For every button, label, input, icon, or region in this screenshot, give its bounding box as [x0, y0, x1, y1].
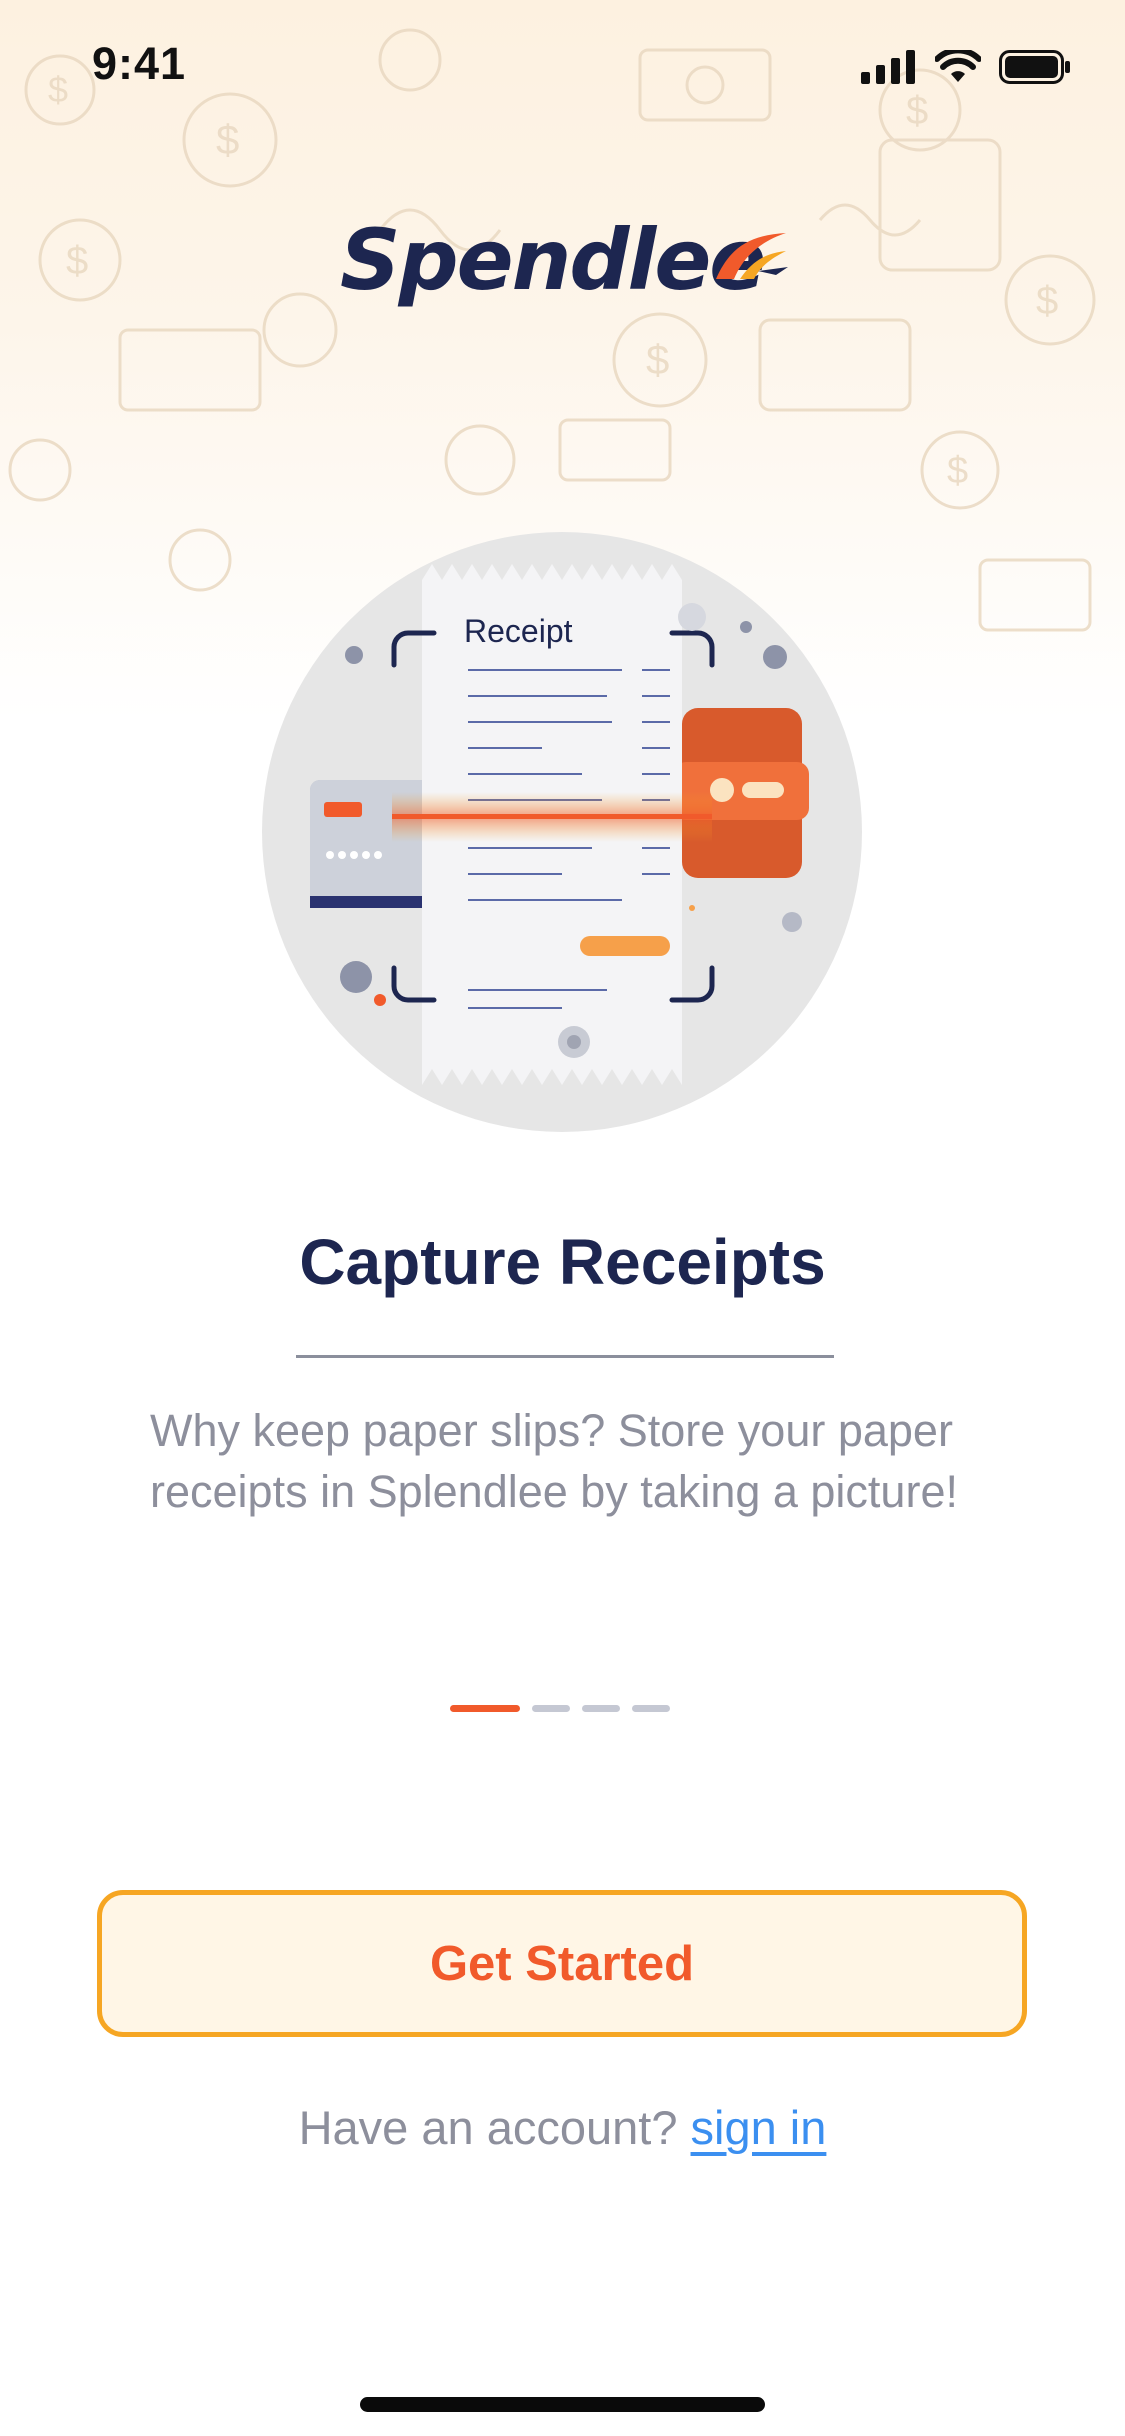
app-logo: Spendlee — [340, 205, 800, 315]
status-bar: 9:41 — [0, 0, 1125, 132]
onboarding-title: Capture Receipts — [299, 1226, 826, 1298]
page-dot-1[interactable] — [450, 1705, 520, 1712]
svg-text:$: $ — [947, 450, 968, 492]
page-dot-3[interactable] — [582, 1705, 620, 1712]
signin-prompt: Have an account? sign in — [0, 2100, 1125, 2155]
status-time: 9:41 — [92, 38, 187, 89]
page-dot-2[interactable] — [532, 1705, 570, 1712]
cellular-signal-icon — [861, 50, 915, 84]
get-started-button[interactable]: Get Started — [97, 1890, 1027, 2037]
wifi-icon — [935, 50, 981, 82]
svg-text:$: $ — [1036, 279, 1058, 323]
status-icons — [861, 50, 1071, 84]
page-indicator — [450, 1705, 670, 1712]
onboarding-description: Why keep paper slips? Store your paper r… — [150, 1405, 958, 1517]
svg-text:$: $ — [66, 239, 88, 283]
home-indicator[interactable] — [360, 2397, 765, 2412]
account-prompt-text: Have an account? — [298, 2101, 678, 2154]
sign-in-link[interactable]: sign in — [691, 2101, 827, 2154]
receipt-heading: Receipt — [464, 613, 573, 649]
get-started-label: Get Started — [429, 1936, 695, 1991]
svg-text:$: $ — [646, 336, 669, 383]
logo-wordmark: Spendlee — [340, 211, 766, 309]
page-dot-4[interactable] — [632, 1705, 670, 1712]
battery-icon — [999, 50, 1070, 84]
receipt-scan-illustration: Receipt — [262, 530, 862, 1135]
title-divider — [296, 1355, 834, 1358]
logo-swoosh-icon — [716, 233, 788, 279]
